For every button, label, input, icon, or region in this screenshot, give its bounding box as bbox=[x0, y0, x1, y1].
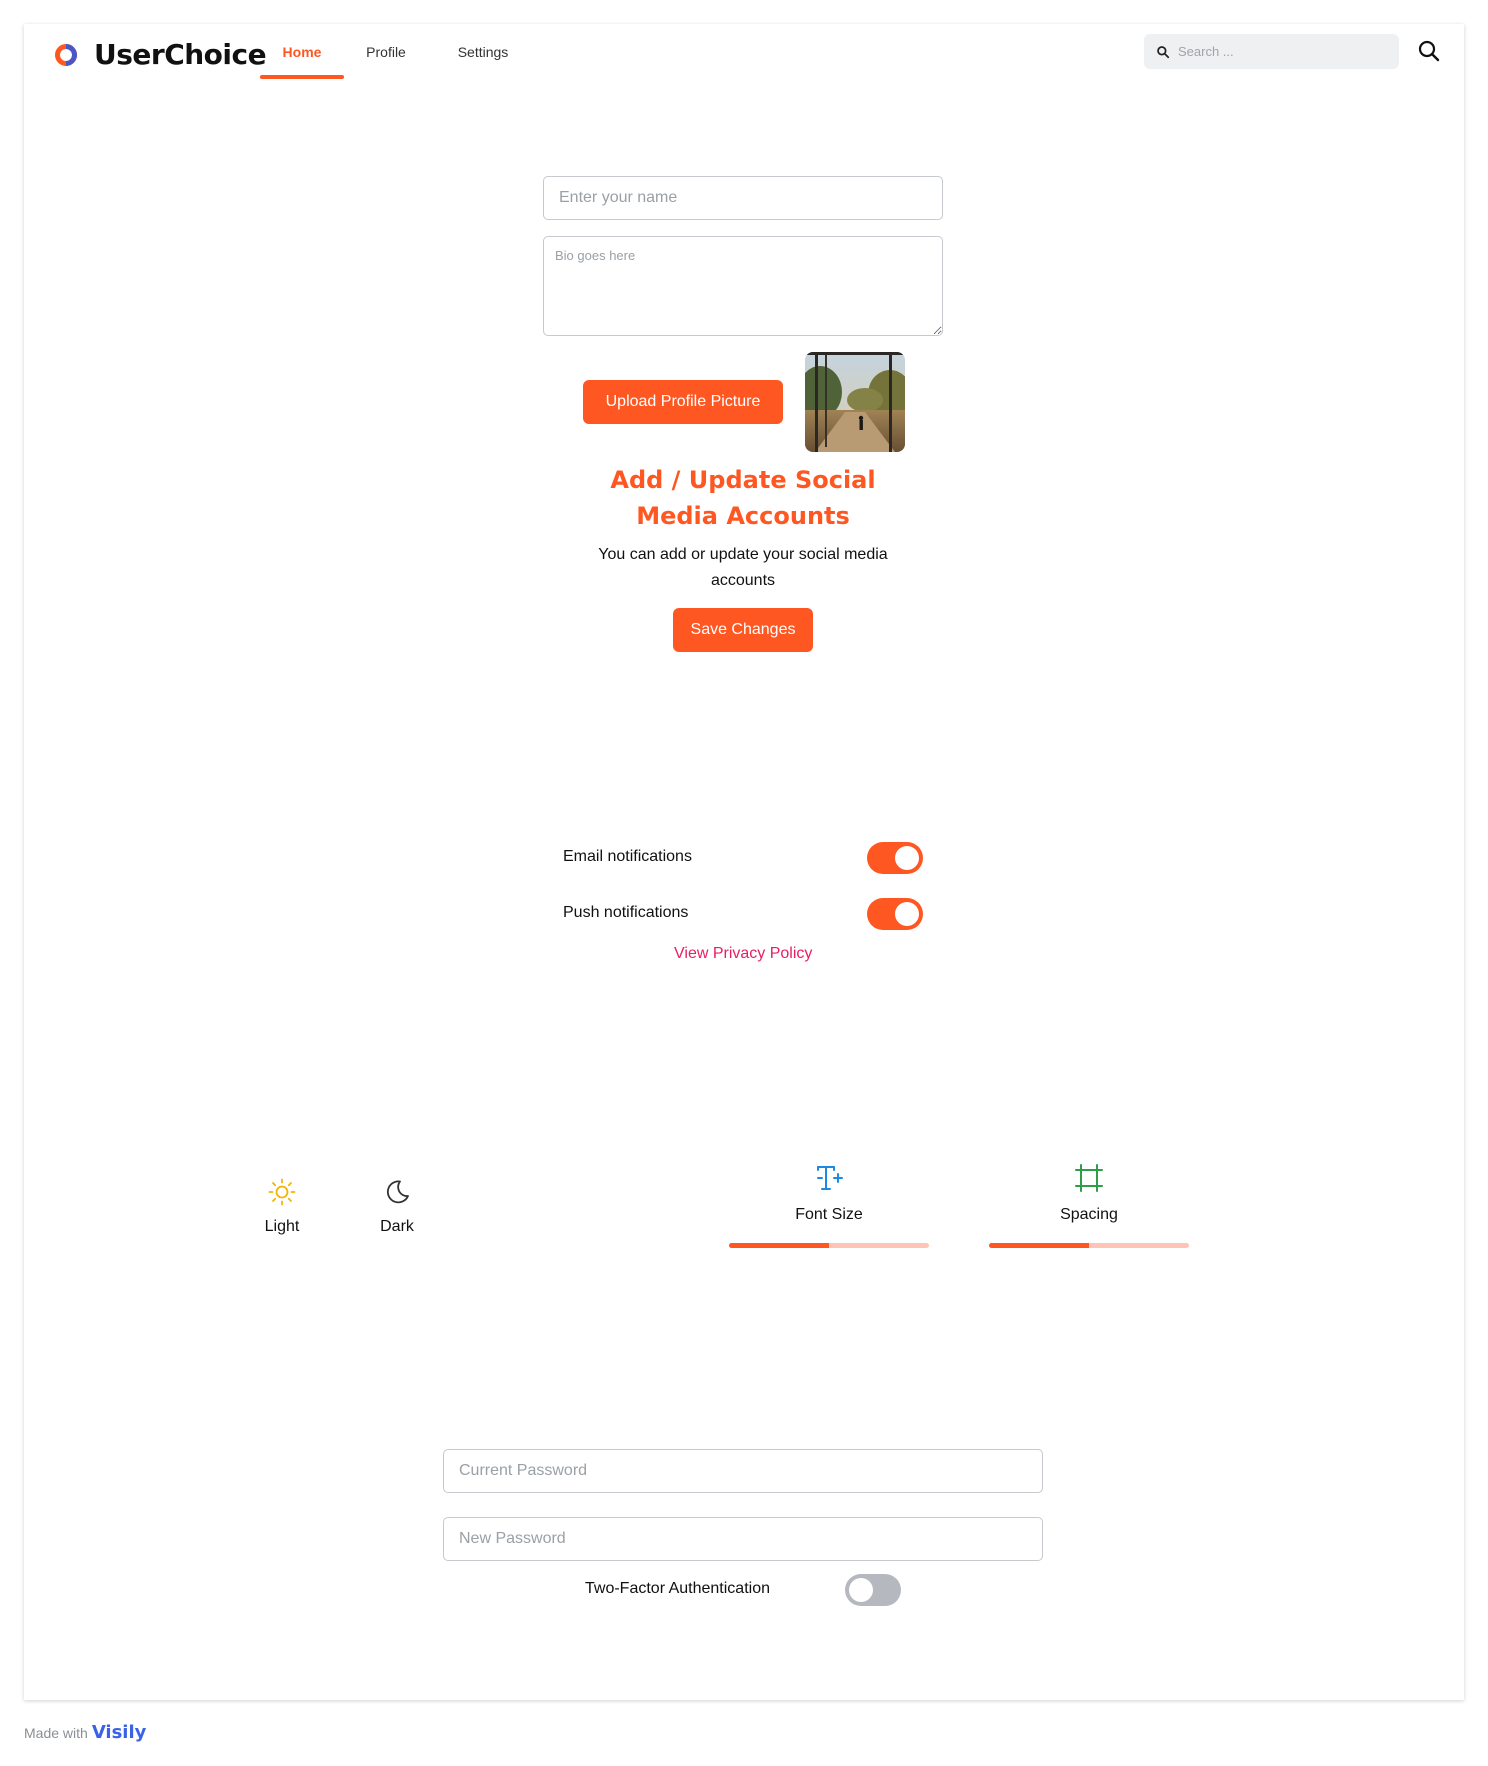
moon-icon bbox=[386, 1180, 409, 1204]
push-notifications-label: Push notifications bbox=[563, 904, 689, 921]
email-notifications-label: Email notifications bbox=[563, 848, 692, 865]
name-input[interactable] bbox=[543, 176, 943, 220]
social-accounts-title: Add / Update Social Media Accounts bbox=[610, 466, 876, 530]
social-accounts-description: You can add or update your social media … bbox=[598, 546, 888, 589]
search-bar bbox=[1144, 34, 1399, 69]
two-factor-toggle[interactable] bbox=[845, 1574, 901, 1606]
profile-picture bbox=[805, 352, 905, 452]
spacing-label: Spacing bbox=[1060, 1206, 1118, 1223]
made-with-badge[interactable]: Made with Visily bbox=[24, 1722, 146, 1743]
visily-logo: Visily bbox=[91, 1722, 147, 1743]
search-input[interactable] bbox=[1178, 44, 1378, 59]
theme-light-option[interactable]: Light bbox=[252, 1178, 312, 1236]
sun-icon bbox=[268, 1178, 296, 1206]
profile-photo-image bbox=[805, 352, 905, 452]
logo-icon bbox=[55, 43, 77, 66]
current-password-input[interactable] bbox=[443, 1449, 1043, 1493]
spacing-slider-fill bbox=[989, 1243, 1089, 1248]
theme-light-label: Light bbox=[264, 1218, 300, 1235]
push-notifications-toggle[interactable] bbox=[867, 898, 923, 930]
tab-profile[interactable]: Profile bbox=[346, 44, 426, 84]
email-notifications-toggle[interactable] bbox=[867, 842, 923, 874]
theme-dark-option[interactable]: Dark bbox=[367, 1178, 427, 1236]
save-changes-button[interactable]: Save Changes bbox=[673, 608, 813, 652]
theme-dark-label: Dark bbox=[380, 1218, 414, 1235]
app-name: UserChoice bbox=[94, 38, 267, 71]
tab-settings[interactable]: Settings bbox=[438, 44, 528, 84]
main-card: UserChoice Home Profile Settings Upload … bbox=[24, 24, 1464, 1700]
active-tab-indicator bbox=[260, 75, 344, 79]
toggle-knob bbox=[895, 846, 919, 870]
tab-settings-label: Settings bbox=[457, 44, 509, 60]
search-icon bbox=[1157, 45, 1170, 58]
font-size-slider[interactable] bbox=[729, 1243, 929, 1248]
tab-home[interactable]: Home bbox=[260, 44, 344, 84]
search-button-icon[interactable] bbox=[1417, 39, 1441, 63]
logo[interactable]: UserChoice bbox=[54, 38, 267, 71]
spacing-icon bbox=[1075, 1164, 1103, 1192]
privacy-policy-link[interactable]: View Privacy Policy bbox=[674, 945, 812, 963]
font-size-icon bbox=[817, 1166, 843, 1190]
font-size-slider-fill bbox=[729, 1243, 829, 1248]
new-password-input[interactable] bbox=[443, 1517, 1043, 1561]
made-with-text: Made with bbox=[24, 1724, 88, 1741]
toggle-knob bbox=[895, 902, 919, 926]
spacing-slider[interactable] bbox=[989, 1243, 1189, 1248]
toggle-knob bbox=[849, 1578, 873, 1602]
upload-picture-button[interactable]: Upload Profile Picture bbox=[583, 380, 783, 424]
tab-profile-label: Profile bbox=[366, 44, 406, 60]
bio-textarea[interactable] bbox=[543, 236, 943, 336]
font-size-label: Font Size bbox=[795, 1206, 863, 1223]
two-factor-label: Two-Factor Authentication bbox=[585, 1580, 770, 1597]
